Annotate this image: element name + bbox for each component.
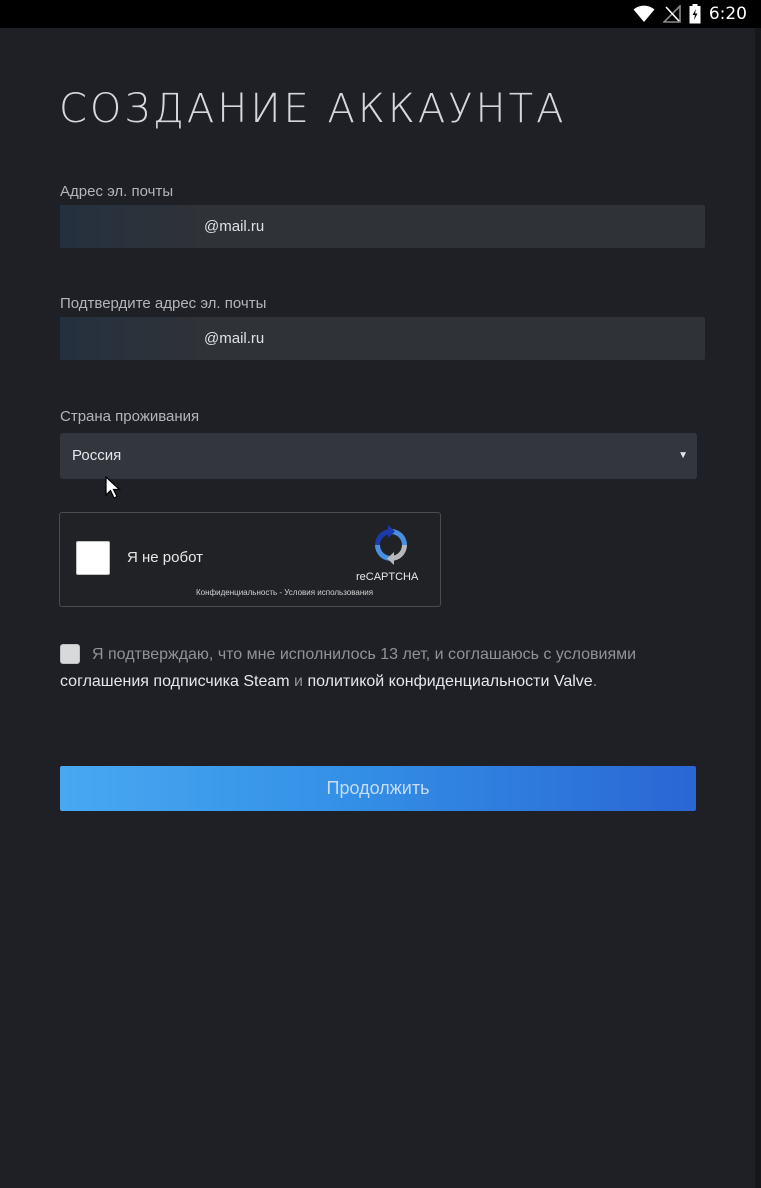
email-confirm-value: @mail.ru <box>204 330 265 347</box>
status-icons: 6:20 <box>633 3 747 25</box>
agreement-text: Я подтверждаю, что мне исполнилось 13 ле… <box>60 641 660 695</box>
agreement-text-part-1: Я подтверждаю, что мне исполнилось 13 ле… <box>92 646 637 663</box>
status-time: 6:20 <box>708 4 747 24</box>
agreement-text-part-2: и <box>294 673 303 690</box>
recaptcha-checkbox[interactable] <box>76 541 110 575</box>
page-title: СОЗДАНИЕ АККАУНТА <box>59 86 567 132</box>
country-selected-value: Россия <box>72 447 122 464</box>
recaptcha-label: Я не робот <box>127 549 203 566</box>
email-redaction <box>60 205 200 248</box>
privacy-policy-link[interactable]: политикой конфиденциальности Valve <box>307 673 592 690</box>
agreement-text-part-3: . <box>592 673 598 690</box>
chevron-down-icon: ▼ <box>678 450 688 461</box>
create-account-screen: СОЗДАНИЕ АККАУНТА Адрес эл. почты @mail.… <box>0 28 761 1188</box>
recaptcha-brand: reCAPTCHA <box>356 571 419 583</box>
country-select[interactable]: Россия ▼ <box>60 433 697 479</box>
recaptcha-links[interactable]: Конфиденциальность - Условия использован… <box>196 588 373 597</box>
email-confirm-label: Подтвердите адрес эл. почты <box>60 295 267 312</box>
email-value: @mail.ru <box>204 218 265 235</box>
email-confirm-redaction <box>60 317 200 360</box>
battery-icon <box>689 4 701 24</box>
signal-icon <box>662 5 681 23</box>
recaptcha-widget: Я не робот reCAPTCHA Конфиденциальность … <box>59 512 441 607</box>
country-label: Страна проживания <box>60 408 200 425</box>
email-field[interactable]: @mail.ru <box>60 205 705 248</box>
recaptcha-logo-icon <box>375 525 407 565</box>
wifi-icon <box>633 5 655 22</box>
status-bar: 6:20 <box>0 0 761 28</box>
subscriber-agreement-link[interactable]: соглашения подписчика Steam <box>60 673 290 690</box>
email-label: Адрес эл. почты <box>60 183 174 200</box>
continue-button[interactable]: Продолжить <box>60 766 696 811</box>
mouse-pointer-icon <box>105 476 121 499</box>
email-confirm-field[interactable]: @mail.ru <box>60 317 705 360</box>
